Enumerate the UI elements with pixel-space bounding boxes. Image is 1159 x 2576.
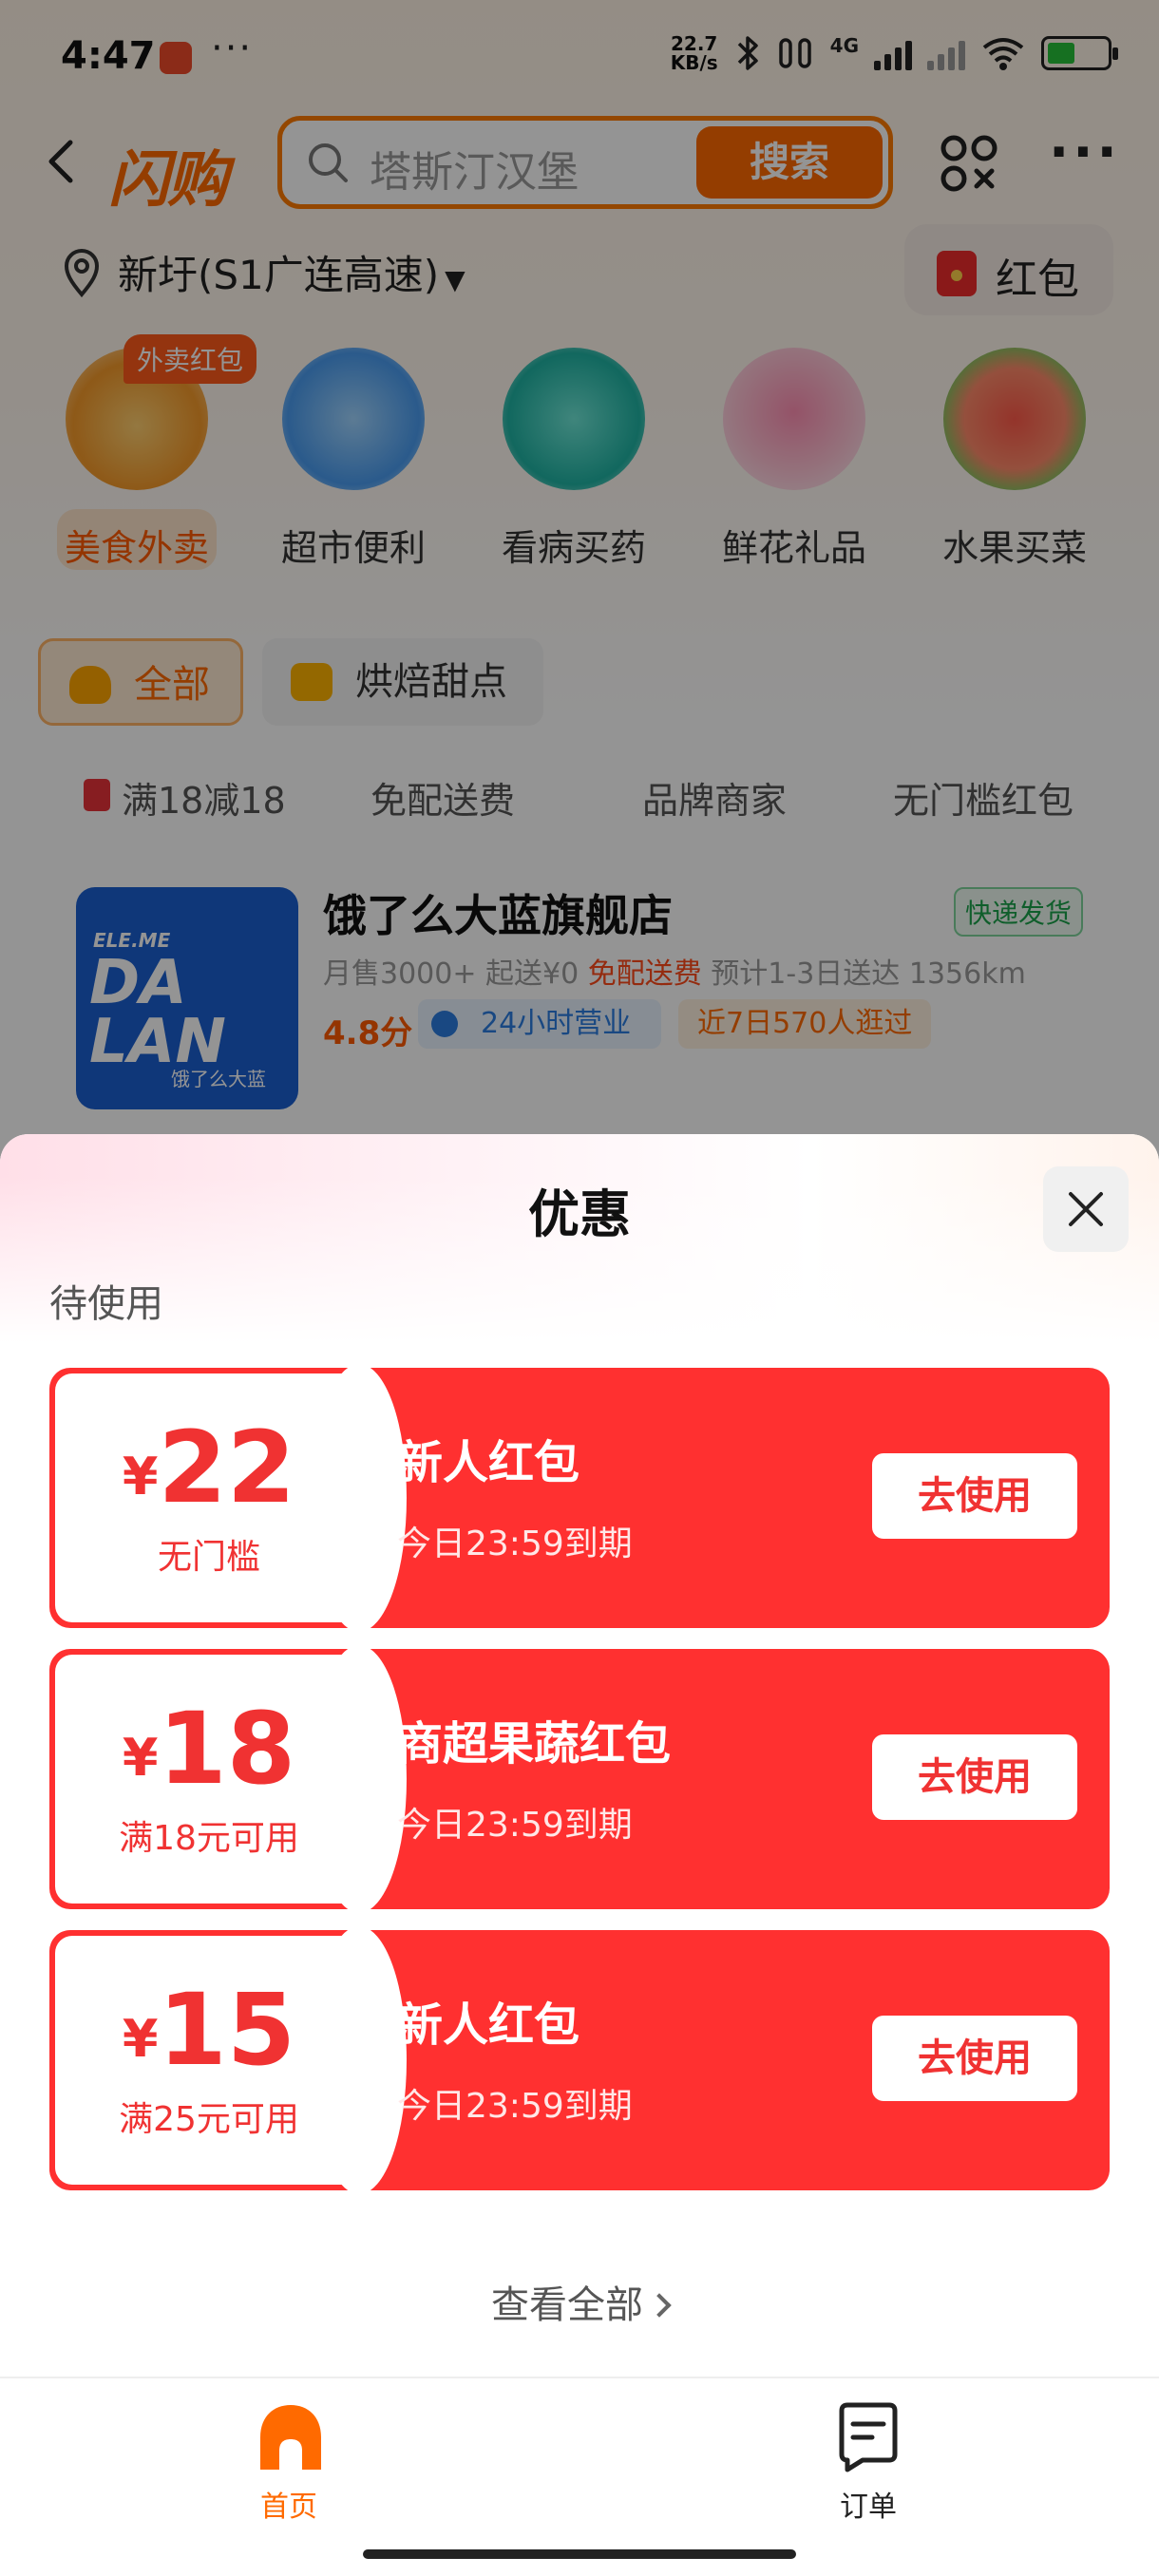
- view-all-label: 查看全部: [491, 2283, 643, 2327]
- tab-label: 首页: [260, 2491, 317, 2524]
- coupon-amount: ¥22: [55, 1410, 363, 1525]
- coupon-amount: ¥15: [55, 1972, 363, 2088]
- tab-label: 订单: [840, 2491, 897, 2524]
- coupon-card: ¥15 满25元可用 新人红包 今日23:59到期 去使用: [49, 1930, 1110, 2190]
- coupon-amount: ¥18: [55, 1691, 363, 1807]
- sheet-title: 优惠: [528, 1184, 631, 1244]
- orders-icon: [839, 2402, 898, 2472]
- chevron-right-icon: [647, 2293, 672, 2318]
- coupon-card: ¥18 满18元可用 商超果蔬红包 今日23:59到期 去使用: [49, 1649, 1110, 1909]
- coupon-card: ¥22 无门槛 新人红包 今日23:59到期 去使用: [49, 1368, 1110, 1628]
- close-icon: [1069, 1192, 1103, 1226]
- bottom-tab-bar: 首页 订单: [0, 2377, 1159, 2576]
- view-all-link[interactable]: 查看全部: [0, 2274, 1159, 2329]
- section-label: 待使用: [49, 1282, 163, 1326]
- coupon-condition: 满25元可用: [119, 2100, 299, 2139]
- coupon-value: 22: [158, 1410, 296, 1525]
- coupon-value: 15: [158, 1972, 296, 2088]
- use-coupon-button[interactable]: 去使用: [872, 2016, 1077, 2101]
- coupon-currency: ¥: [122, 1728, 159, 1788]
- close-button[interactable]: [1043, 1166, 1129, 1252]
- home-indicator: [363, 2549, 796, 2559]
- coupon-condition: 无门槛: [157, 1538, 260, 1577]
- coupon-currency: ¥: [122, 2009, 159, 2069]
- coupon-name: 商超果蔬红包: [397, 1717, 672, 1771]
- coupon-expiry: 今日23:59到期: [397, 1525, 633, 1563]
- coupon-expiry: 今日23:59到期: [397, 1806, 633, 1845]
- coupon-name: 新人红包: [397, 1998, 580, 2052]
- coupon-name: 新人红包: [397, 1436, 580, 1489]
- coupon-sheet: 优惠 待使用 ¥22 无门槛 新人红包 今日23:59到期 去使用 ¥18 满1…: [0, 1134, 1159, 2576]
- coupon-condition: 满18元可用: [119, 1819, 299, 1858]
- use-coupon-button[interactable]: 去使用: [872, 1453, 1077, 1539]
- coupon-currency: ¥: [122, 1447, 159, 1506]
- use-coupon-button[interactable]: 去使用: [872, 1734, 1077, 1820]
- coupon-expiry: 今日23:59到期: [397, 2087, 633, 2126]
- coupon-value: 18: [158, 1691, 296, 1807]
- home-icon: [260, 2405, 321, 2470]
